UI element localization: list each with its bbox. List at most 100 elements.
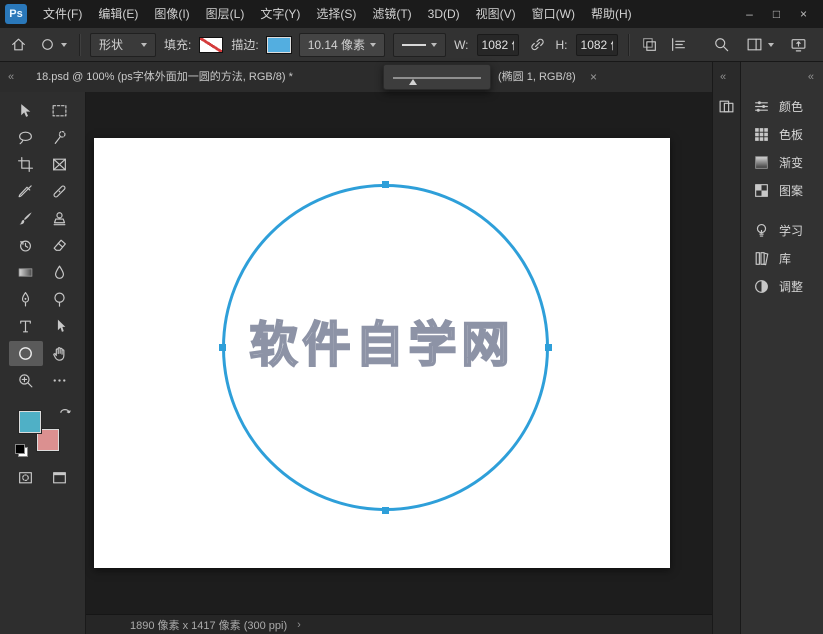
menu-edit[interactable]: 编辑(E) <box>90 0 146 28</box>
menu-file[interactable]: 文件(F) <box>35 0 90 28</box>
quick-mask-button[interactable] <box>9 465 43 490</box>
frame-tool[interactable] <box>43 152 77 177</box>
path-alignment-glyph <box>671 38 685 51</box>
document-tab[interactable]: 18.psd @ 100% (ps字体外面加一圆的方法, RGB/8) * <box>36 62 293 92</box>
width-label: W: <box>454 37 469 52</box>
stroke-width-slider[interactable] <box>393 77 481 85</box>
slider-thumb-icon[interactable] <box>408 79 417 85</box>
healing-brush-tool[interactable] <box>43 179 77 204</box>
menu-layer[interactable]: 图层(L) <box>198 0 253 28</box>
status-chevron-icon[interactable]: › <box>297 619 301 631</box>
collapsed-panel-button[interactable] <box>718 98 736 115</box>
tab-close-icon[interactable]: × <box>590 62 597 92</box>
history-brush-icon <box>20 240 31 252</box>
canvas-area[interactable]: 软件自学网 <box>86 92 712 614</box>
history-brush-tool[interactable] <box>9 233 43 258</box>
expand-dock-icon[interactable]: « <box>720 71 726 83</box>
crop-tool[interactable] <box>9 152 43 177</box>
adjustments-icon <box>755 279 768 293</box>
panel-learn[interactable]: 学习 <box>741 216 823 244</box>
path-operations-icon[interactable] <box>639 34 660 55</box>
document-tab-layer-info[interactable]: (椭圆 1, RGB/8) <box>498 62 576 92</box>
path-selection-tool[interactable] <box>43 314 77 339</box>
screen-mode-button[interactable] <box>43 465 77 490</box>
path-operations-glyph <box>642 38 656 51</box>
ellipse-tool[interactable] <box>8 341 43 366</box>
panel-swatches[interactable]: 色板 <box>741 120 823 148</box>
foreground-color-swatch[interactable] <box>18 411 41 433</box>
search-icon[interactable] <box>711 34 732 55</box>
height-input[interactable] <box>575 33 618 56</box>
maximize-button[interactable]: □ <box>763 0 790 28</box>
marquee-icon <box>52 105 67 117</box>
gradient-tool[interactable] <box>9 260 43 285</box>
toolbar-collapse-icon[interactable]: « <box>8 62 14 92</box>
share-icon[interactable] <box>788 34 809 55</box>
lasso-tool[interactable] <box>9 125 43 150</box>
type-tool[interactable] <box>9 314 43 339</box>
width-input[interactable] <box>476 33 519 56</box>
stroke-type-select[interactable] <box>393 32 447 57</box>
document-canvas[interactable]: 软件自学网 <box>94 138 670 568</box>
tool-mode-select[interactable]: 形状 <box>90 32 156 57</box>
link-dimensions-icon[interactable] <box>527 34 548 55</box>
ellipse-icon <box>19 347 32 360</box>
workspace-icon[interactable] <box>744 34 776 55</box>
chain-icon <box>530 38 544 51</box>
blur-tool[interactable] <box>43 260 77 285</box>
panel-adjustments[interactable]: 调整 <box>741 272 823 300</box>
path-alignment-icon[interactable] <box>668 34 689 55</box>
move-tool[interactable] <box>9 98 43 123</box>
menu-view[interactable]: 视图(V) <box>468 0 524 28</box>
collapsed-panel-dock: « <box>712 62 740 634</box>
blur-drop-icon <box>54 265 65 279</box>
clone-stamp-tool[interactable] <box>43 206 77 231</box>
quick-selection-tool[interactable] <box>43 125 77 150</box>
stroke-swatch[interactable] <box>266 36 291 53</box>
zoom-tool[interactable] <box>9 368 43 393</box>
chevron-down-icon <box>768 42 774 47</box>
panel-label: 图案 <box>779 183 804 198</box>
transform-handle-top[interactable] <box>382 181 389 188</box>
transform-handle-bottom[interactable] <box>382 507 389 514</box>
tool-preset-ellipse-icon[interactable] <box>37 34 69 55</box>
eraser-tool[interactable] <box>43 233 77 258</box>
zoom-icon <box>19 374 33 388</box>
brush-tool[interactable] <box>9 206 43 231</box>
menu-type[interactable]: 文字(Y) <box>252 0 308 28</box>
panel-gradients[interactable]: 渐变 <box>741 148 823 176</box>
menu-window[interactable]: 窗口(W) <box>524 0 583 28</box>
divider <box>79 33 80 56</box>
libraries-icon <box>755 251 769 265</box>
stroke-width-slider-popup <box>383 64 491 90</box>
home-icon[interactable] <box>8 34 29 55</box>
menu-help[interactable]: 帮助(H) <box>583 0 640 28</box>
swap-colors-icon[interactable] <box>59 405 71 417</box>
close-button[interactable]: × <box>790 0 817 28</box>
marquee-tool[interactable] <box>43 98 77 123</box>
eyedropper-icon <box>18 185 32 198</box>
panel-label: 渐变 <box>779 155 804 170</box>
stroke-width-select[interactable]: 10.14 像素 <box>298 32 386 57</box>
panel-patterns[interactable]: 图案 <box>741 176 823 204</box>
menu-filter[interactable]: 滤镜(T) <box>364 0 419 28</box>
minimize-button[interactable]: – <box>736 0 763 28</box>
expand-panels-icon[interactable]: « <box>808 71 814 83</box>
more-dots-icon <box>53 379 66 382</box>
menu-image[interactable]: 图像(I) <box>146 0 197 28</box>
pen-tool[interactable] <box>9 287 43 312</box>
edit-toolbar-button[interactable] <box>43 368 77 393</box>
tool-options-bar: 形状 填充: 描边: 10.14 像素 W: H: <box>0 28 823 62</box>
dodge-tool[interactable] <box>43 287 77 312</box>
menu-3d[interactable]: 3D(D) <box>420 0 468 28</box>
eyedropper-tool[interactable] <box>9 179 43 204</box>
menu-select[interactable]: 选择(S) <box>308 0 364 28</box>
panel-color[interactable]: 颜色 <box>741 92 823 120</box>
titlebar: Ps 文件(F) 编辑(E) 图像(I) 图层(L) 文字(Y) 选择(S) 滤… <box>0 0 823 28</box>
hand-tool[interactable] <box>43 341 77 366</box>
fill-swatch[interactable] <box>199 36 224 53</box>
panel-libraries[interactable]: 库 <box>741 244 823 272</box>
default-colors-icon[interactable] <box>14 444 28 457</box>
statusbar: 1890 像素 x 1417 像素 (300 ppi) › <box>86 614 712 634</box>
stroke-label: 描边: <box>231 38 259 52</box>
